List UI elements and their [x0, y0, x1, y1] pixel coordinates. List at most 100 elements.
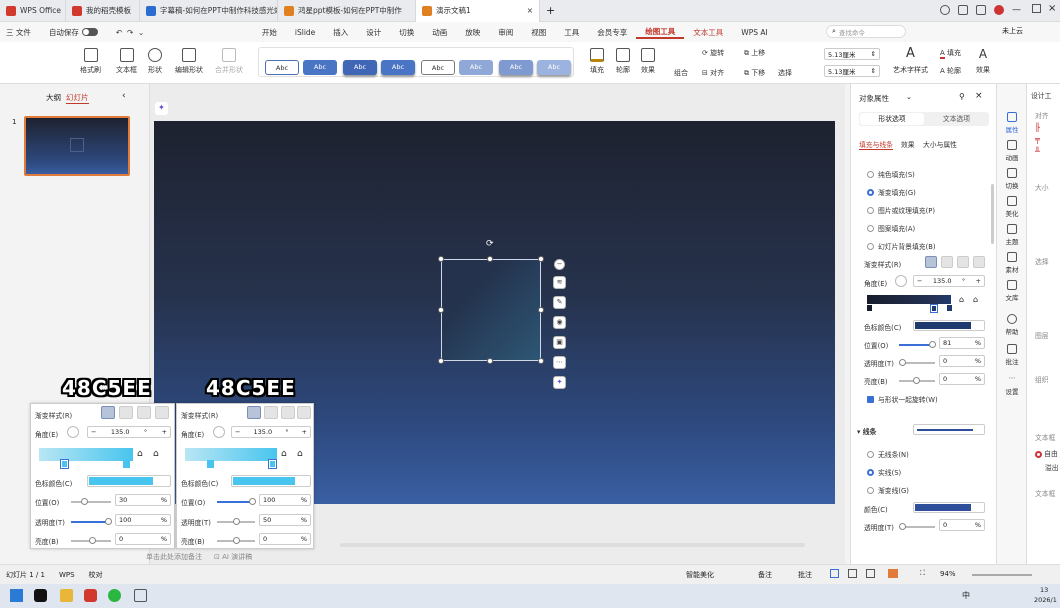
- align-icons[interactable]: ╟ ╤ ╨: [1035, 122, 1055, 172]
- merge-shape-button[interactable]: 合并形状: [215, 48, 243, 75]
- sidebar-item-theme[interactable]: 主题: [997, 224, 1027, 246]
- add-stop-icon[interactable]: ⌂: [281, 449, 287, 459]
- cloud-status[interactable]: 未上云: [1002, 26, 1023, 36]
- tab-slides[interactable]: 幻灯片: [66, 92, 89, 104]
- group-button[interactable]: 组合: [674, 68, 688, 78]
- gradient-stop-1[interactable]: [867, 305, 872, 311]
- folder-icon[interactable]: [60, 589, 73, 602]
- more-icon[interactable]: ⌄: [138, 28, 144, 37]
- rotate-with-shape-checkbox[interactable]: 与形状一起旋转(W): [867, 394, 938, 404]
- gradient-bar[interactable]: [867, 295, 951, 304]
- no-line-option[interactable]: 无线条(N): [867, 449, 909, 459]
- tab-wps-office[interactable]: WPS Office: [0, 0, 66, 22]
- sidebar-item-settings[interactable]: ⋯ 设置: [997, 374, 1027, 396]
- text-outline-button[interactable]: A 轮廓: [940, 66, 961, 76]
- sorter-view-icon[interactable]: [848, 569, 857, 578]
- gradient-radial-icon[interactable]: [941, 256, 953, 268]
- brightness-slider[interactable]: [899, 377, 935, 384]
- tab-shape-options[interactable]: 形状选项: [860, 113, 924, 125]
- chevron-down-icon[interactable]: ⌄: [906, 93, 912, 101]
- notes-toggle[interactable]: 备注: [758, 570, 772, 580]
- capcut-icon[interactable]: [34, 589, 47, 602]
- resize-handle-w[interactable]: [438, 307, 444, 313]
- format-painter-button[interactable]: 格式刷: [80, 48, 101, 75]
- pen-icon[interactable]: ✎: [553, 296, 566, 309]
- position-input[interactable]: 81%: [939, 337, 985, 349]
- pin-icon[interactable]: ⚲: [959, 92, 965, 101]
- style-swatch-3[interactable]: Abc: [343, 60, 377, 75]
- style-swatch-1[interactable]: Abc: [265, 60, 299, 75]
- menu-wps-ai[interactable]: WPS AI: [732, 28, 776, 37]
- file-menu[interactable]: 三 文件: [0, 27, 40, 38]
- gradient-linear-icon[interactable]: [101, 406, 115, 419]
- wps-ai-icon[interactable]: ✦: [155, 102, 168, 115]
- notes-hint[interactable]: 单击此处添加备注: [146, 552, 202, 562]
- add-stop-icon[interactable]: ⌂: [959, 295, 964, 304]
- resize-handle-ne[interactable]: [538, 256, 544, 262]
- wps-app-icon[interactable]: [84, 589, 97, 602]
- gradient-line-option[interactable]: 渐变线(G): [867, 485, 909, 495]
- sidebar-item-beautify[interactable]: 美化: [997, 196, 1027, 218]
- tab-templates[interactable]: 我的稻壳模板: [66, 0, 140, 22]
- line-transparency-slider[interactable]: [899, 523, 935, 530]
- normal-view-icon[interactable]: [830, 569, 839, 578]
- close-icon[interactable]: ×: [1048, 3, 1056, 14]
- art-text-style-button[interactable]: A 艺术字样式: [893, 47, 928, 75]
- rotate-handle-icon[interactable]: ⟳: [486, 239, 494, 249]
- gradient-stop-2[interactable]: [268, 459, 277, 469]
- brightness-input[interactable]: 0%: [115, 533, 171, 545]
- gradient-path-icon[interactable]: [297, 406, 311, 419]
- gradient-rect-icon[interactable]: [137, 406, 151, 419]
- tab-text-options[interactable]: 文本选项: [925, 113, 988, 125]
- position-input[interactable]: 30%: [115, 494, 171, 506]
- transparency-input[interactable]: 0%: [939, 355, 985, 367]
- minimize-icon[interactable]: —: [1012, 5, 1021, 15]
- angle-dial-icon[interactable]: [67, 426, 79, 438]
- position-slider[interactable]: [71, 498, 111, 505]
- stop-color-picker[interactable]: [231, 475, 311, 487]
- line-section-header[interactable]: ▾ 线条: [857, 426, 876, 436]
- brightness-slider[interactable]: [71, 537, 111, 544]
- gradient-radial-icon[interactable]: [264, 406, 278, 419]
- style-swatch-4[interactable]: Abc: [381, 60, 415, 75]
- tab-outline[interactable]: 大纲: [46, 92, 61, 103]
- position-input[interactable]: 100%: [259, 494, 311, 506]
- align-button[interactable]: ⊟ 对齐: [702, 68, 724, 78]
- screen-icon[interactable]: [958, 5, 968, 15]
- gradient-path-icon[interactable]: [155, 406, 169, 419]
- subtab-effect[interactable]: 效果: [901, 139, 915, 149]
- more-options-icon[interactable]: ⋯: [553, 356, 566, 369]
- redo-icon[interactable]: ↷: [127, 28, 133, 37]
- resize-handle-sw[interactable]: [438, 358, 444, 364]
- menu-design[interactable]: 设计: [357, 27, 390, 38]
- select-button[interactable]: 选择: [778, 68, 792, 78]
- style-swatch-5[interactable]: Abc: [421, 60, 455, 75]
- menu-transition[interactable]: 切换: [390, 27, 423, 38]
- avatar[interactable]: [994, 5, 1004, 15]
- angle-input[interactable]: −135.0 ° +: [87, 426, 171, 438]
- remove-stop-icon[interactable]: ⌂: [153, 449, 159, 459]
- gradient-radial-icon[interactable]: [119, 406, 133, 419]
- zoom-slider[interactable]: [972, 574, 1032, 576]
- menu-islide[interactable]: iSlide: [286, 28, 324, 37]
- fill-pattern-option[interactable]: 图案填充(A): [867, 223, 915, 233]
- ai-assist-icon[interactable]: ✦: [553, 376, 566, 389]
- solid-line-option[interactable]: 实线(S): [867, 467, 901, 477]
- edit-shape-button[interactable]: 编辑形状: [175, 48, 203, 75]
- fill-slide-background-option[interactable]: 幻灯片背景填充(B): [867, 241, 936, 251]
- fill-picture-option[interactable]: 图片或纹理填充(P): [867, 205, 935, 215]
- height-input[interactable]: 5.13厘米 ⇕: [824, 48, 880, 60]
- undo-icon[interactable]: ↶: [116, 28, 122, 37]
- gradient-linear-icon[interactable]: [247, 406, 261, 419]
- sidebar-item-properties[interactable]: 属性: [997, 112, 1027, 134]
- theme-name[interactable]: WPS: [59, 571, 75, 579]
- wechat-icon[interactable]: [108, 589, 121, 602]
- remove-stop-icon[interactable]: ⌂: [297, 449, 303, 459]
- stop-color-picker[interactable]: [913, 320, 985, 331]
- gradient-bar[interactable]: [39, 448, 133, 461]
- fill-solid-option[interactable]: 纯色填充(S): [867, 169, 915, 179]
- comments-toggle[interactable]: 批注: [798, 570, 812, 580]
- effect-button[interactable]: 效果: [641, 48, 655, 75]
- fill-bucket-icon[interactable]: ◉: [553, 316, 566, 329]
- menu-tools[interactable]: 工具: [555, 27, 588, 38]
